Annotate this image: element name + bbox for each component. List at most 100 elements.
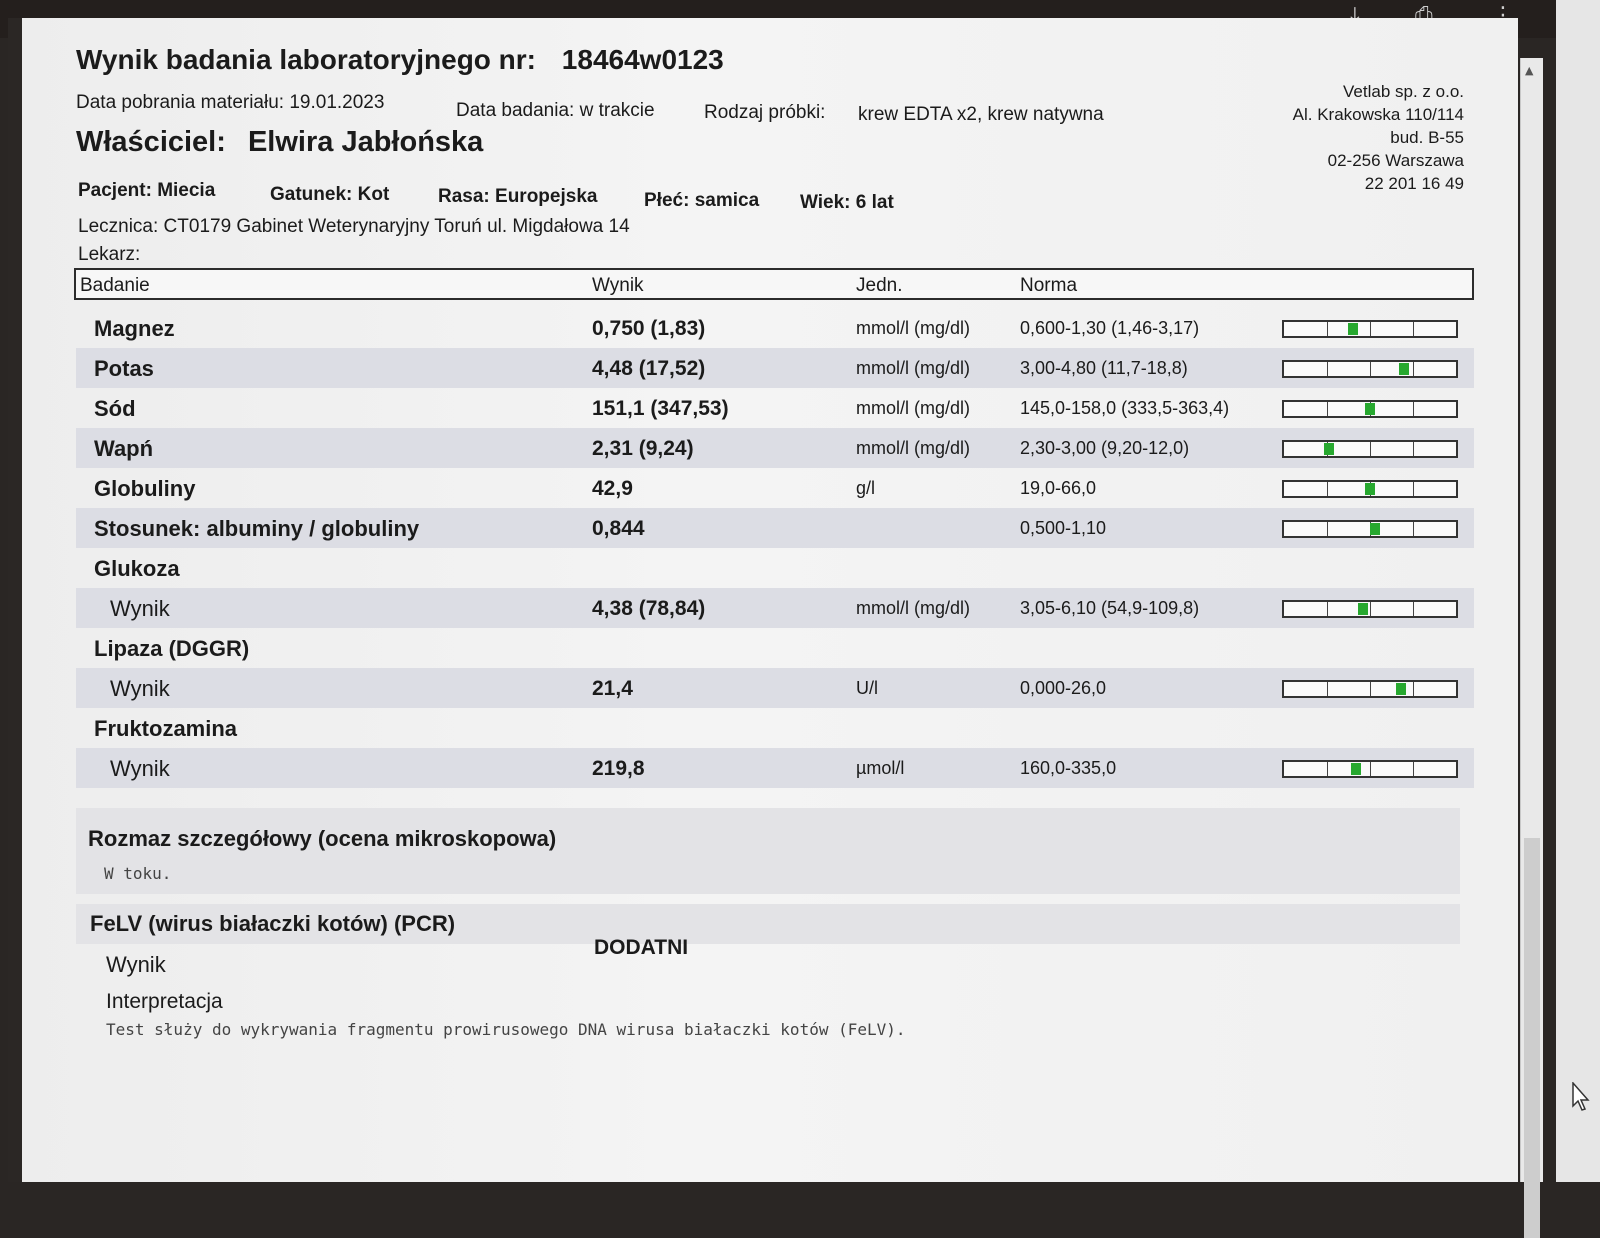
felv-interpretation-label: Interpretacja <box>106 990 223 1013</box>
test-value: 21,4 <box>592 677 633 700</box>
test-subname: Wynik <box>110 756 170 781</box>
gauge-tick <box>1370 442 1371 456</box>
table-row: Magnez 0,750 (1,83) mmol/l (mg/dl) 0,600… <box>76 308 1474 348</box>
test-unit: mmol/l (mg/dl) <box>856 598 971 618</box>
patient-breed: Rasa: Europejska <box>438 186 598 207</box>
test-name: Sód <box>94 396 136 421</box>
test-name: Potas <box>94 356 154 381</box>
patient-age: Wiek: 6 lat <box>800 192 894 213</box>
gauge-marker <box>1365 403 1375 415</box>
gauge-tick <box>1413 482 1414 496</box>
test-value: 4,38 (78,84) <box>592 597 706 620</box>
gauge-tick <box>1370 762 1371 776</box>
results-table-header: Badanie Wynik Jedn. Norma <box>74 268 1474 300</box>
test-norm: 0,500-1,10 <box>1020 518 1107 538</box>
test-unit: mmol/l (mg/dl) <box>856 438 971 458</box>
test-norm: 2,30-3,00 (9,20-12,0) <box>1020 438 1190 458</box>
test-name: Globuliny <box>94 476 196 501</box>
test-norm: 3,05-6,10 (54,9-109,8) <box>1020 598 1200 618</box>
felv-title: FeLV (wirus białaczki kotów) (PCR) <box>90 911 456 936</box>
collection-date: Data pobrania materiału: 19.01.2023 <box>76 92 385 113</box>
scroll-up-icon[interactable]: ▲ <box>1525 64 1533 77</box>
clinic: Lecznica: CT0179 Gabinet Weterynaryjny T… <box>78 216 630 237</box>
smear-status: W toku. <box>104 864 172 883</box>
owner: Właściciel: Elwira Jabłońska <box>76 126 483 159</box>
test-unit: mmol/l (mg/dl) <box>856 318 971 338</box>
table-row-group: Fruktozamina <box>76 708 1474 748</box>
gauge-tick <box>1413 602 1414 616</box>
owner-label: Właściciel: <box>76 126 226 158</box>
gauge-tick <box>1327 762 1328 776</box>
range-gauge <box>1282 520 1458 538</box>
gauge-tick <box>1327 402 1328 416</box>
lab-building: bud. B-55 <box>1390 128 1464 147</box>
lab-name: Vetlab sp. z o.o. <box>1343 82 1464 101</box>
scrollbar-thumb[interactable] <box>1524 838 1540 1238</box>
gauge-marker <box>1347 323 1358 335</box>
test-value: 151,1 (347,53) <box>592 397 729 420</box>
cursor-icon <box>1572 1082 1590 1111</box>
test-unit: mmol/l (mg/dl) <box>856 398 971 418</box>
gauge-marker <box>1399 363 1410 375</box>
test-value: 0,844 <box>592 517 645 540</box>
gauge-tick <box>1413 442 1414 456</box>
range-gauge <box>1282 760 1458 778</box>
report-title-label: Wynik badania laboratoryjnego nr: <box>76 44 537 75</box>
test-unit: g/l <box>856 478 876 498</box>
gauge-tick <box>1370 682 1371 696</box>
patient-sex: Płeć: samica <box>644 190 760 211</box>
test-name: Glukoza <box>94 556 180 581</box>
gauge-tick <box>1327 482 1328 496</box>
range-gauge <box>1282 600 1458 618</box>
gauge-tick <box>1413 402 1414 416</box>
table-row: Wynik 21,4 U/l 0,000-26,0 <box>76 668 1474 708</box>
range-gauge <box>1282 400 1458 418</box>
test-value: 0,750 (1,83) <box>592 317 706 340</box>
lab-report-page: Wynik badania laboratoryjnego nr: 18464w… <box>8 18 1518 1182</box>
gauge-tick <box>1327 522 1328 536</box>
report-number: 18464w0123 <box>561 44 724 75</box>
gauge-marker <box>1351 763 1362 775</box>
table-row: Sód 151,1 (347,53) mmol/l (mg/dl) 145,0-… <box>76 388 1474 428</box>
table-row: Stosunek: albuminy / globuliny 0,844 0,5… <box>76 508 1474 548</box>
gauge-tick <box>1413 522 1414 536</box>
lab-phone: 22 201 16 49 <box>1364 174 1464 193</box>
test-subname: Wynik <box>110 596 170 621</box>
screen-edge <box>1556 0 1600 1182</box>
lab-address: Vetlab sp. z o.o. Al. Krakowska 110/114 … <box>1244 80 1464 195</box>
test-value: 4,48 (17,52) <box>592 357 706 380</box>
table-row: Globuliny 42,9 g/l 19,0-66,0 <box>76 468 1474 508</box>
test-subname: Wynik <box>110 676 170 701</box>
gauge-marker <box>1395 683 1406 695</box>
sample-value: krew EDTA x2, krew natywna <box>858 104 1104 125</box>
test-date: Data badania: w trakcie <box>456 100 655 121</box>
table-row: Wapń 2,31 (9,24) mmol/l (mg/dl) 2,30-3,0… <box>76 428 1474 468</box>
gauge-tick <box>1413 762 1414 776</box>
gauge-tick <box>1370 602 1371 616</box>
range-gauge <box>1282 480 1458 498</box>
patient-name: Pacjent: Miecia <box>78 180 216 201</box>
smear-title: Rozmaz szczegółowy (ocena mikroskopowa) <box>88 826 557 851</box>
test-norm: 0,000-26,0 <box>1020 678 1107 698</box>
gauge-tick <box>1327 322 1328 336</box>
test-name: Wapń <box>94 436 154 461</box>
gauge-tick <box>1413 682 1414 696</box>
felv-header-band: FeLV (wirus białaczki kotów) (PCR) <box>76 904 1460 944</box>
test-norm: 0,600-1,30 (1,46-3,17) <box>1020 318 1200 338</box>
test-unit: µmol/l <box>856 758 905 778</box>
header-test: Badanie <box>80 275 150 296</box>
range-gauge <box>1282 440 1458 458</box>
table-row: Wynik 219,8 µmol/l 160,0-335,0 <box>76 748 1474 788</box>
test-name: Magnez <box>94 316 175 341</box>
vertical-scrollbar[interactable]: ▲ <box>1520 58 1543 1238</box>
gauge-marker <box>1358 603 1369 615</box>
sample-label: Rodzaj próbki: <box>704 102 826 123</box>
doctor: Lekarz: <box>78 244 141 265</box>
smear-section: Rozmaz szczegółowy (ocena mikroskopowa) … <box>76 808 1460 894</box>
gauge-tick <box>1413 322 1414 336</box>
test-name: Fruktozamina <box>94 716 238 741</box>
test-value: 42,9 <box>592 477 633 500</box>
gauge-marker <box>1323 443 1334 455</box>
test-norm: 3,00-4,80 (11,7-18,8) <box>1020 358 1188 378</box>
felv-result-value: DODATNI <box>594 936 689 959</box>
